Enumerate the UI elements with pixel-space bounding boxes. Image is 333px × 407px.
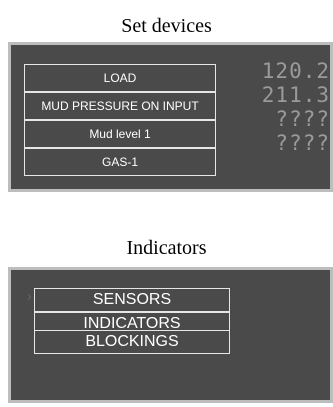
- set-devices-caption: Set devices: [121, 15, 212, 37]
- menu-item-mud-level[interactable]: Mud level 1: [24, 120, 216, 148]
- readout-value-2: 211.3: [261, 83, 330, 107]
- menu-item-mud-pressure[interactable]: MUD PRESSURE ON INPUT: [24, 92, 216, 120]
- readout-value-3: ????: [275, 107, 330, 131]
- indicators-panel: › SENSORS INDICATORS BLOCKINGS: [8, 267, 333, 403]
- set-devices-panel: LOAD MUD PRESSURE ON INPUT Mud level 1 G…: [8, 42, 333, 192]
- menu-item-blockings[interactable]: BLOCKINGS: [34, 330, 230, 354]
- menu-item-gas[interactable]: GAS-1: [24, 148, 216, 176]
- indicators-caption: Indicators: [126, 237, 207, 259]
- readout-value-4: ????: [275, 131, 330, 155]
- readout-value-1: 120.2: [261, 59, 330, 83]
- menu-item-sensors[interactable]: SENSORS: [34, 288, 230, 312]
- arrow-icon: ›: [27, 288, 32, 304]
- menu-item-load[interactable]: LOAD: [24, 64, 216, 92]
